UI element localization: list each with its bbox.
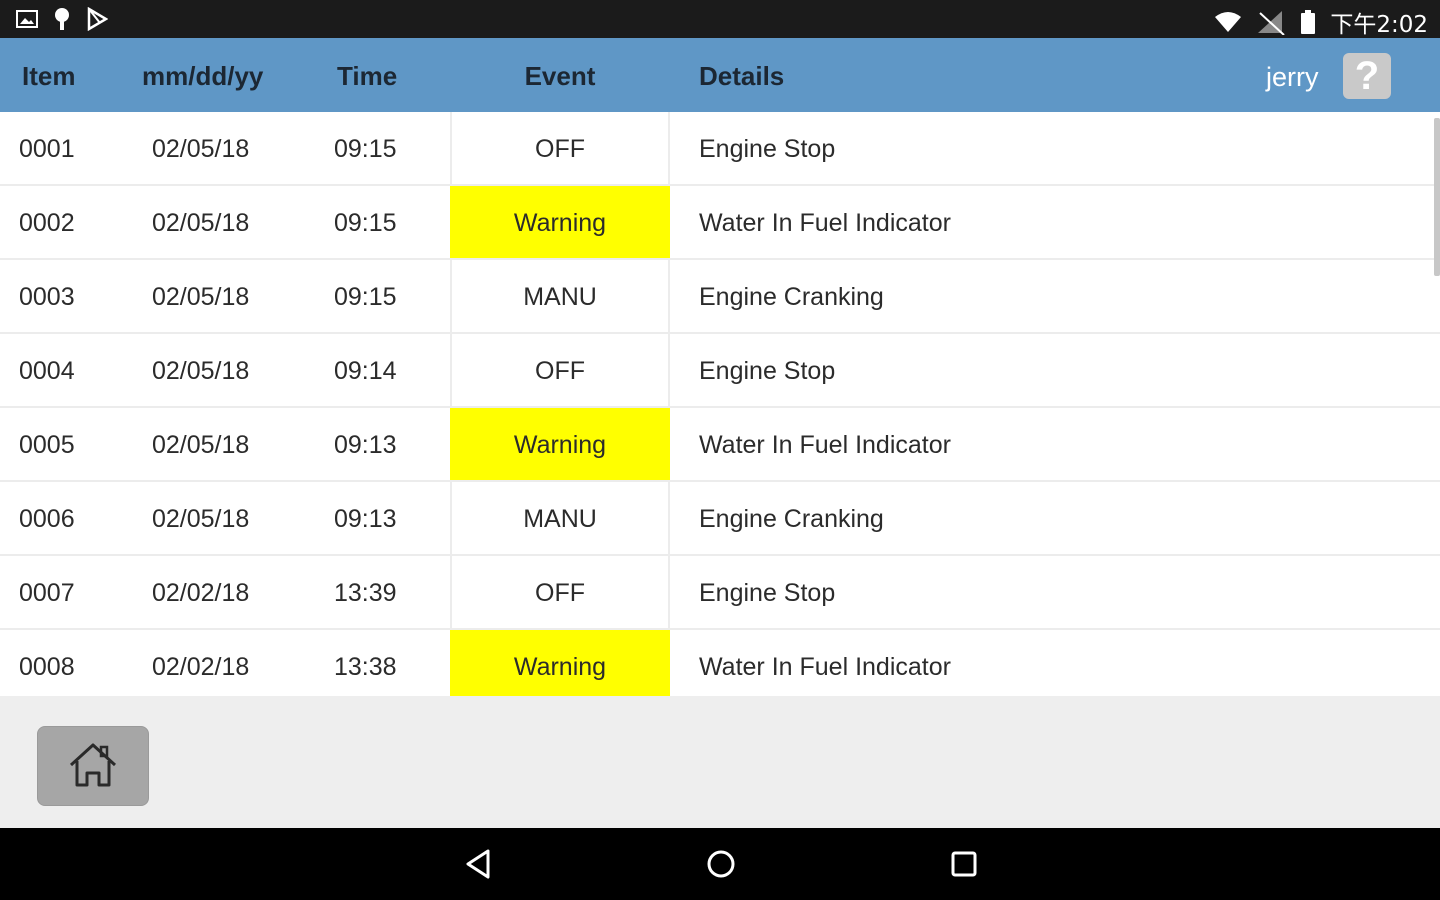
table-row[interactable]: 0002 02/05/18 09:15 Warning Water In Fue… bbox=[0, 186, 1440, 260]
table-row[interactable]: 0001 02/05/18 09:15 OFF Engine Stop bbox=[0, 112, 1440, 186]
cell-event: MANU bbox=[450, 260, 670, 332]
status-bar: 下午2:02 bbox=[0, 0, 1440, 38]
cell-date: 02/05/18 bbox=[152, 209, 250, 237]
cell-item: 0001 bbox=[19, 135, 75, 163]
user-name: jerry bbox=[1266, 62, 1319, 92]
cell-details: Engine Stop bbox=[699, 579, 836, 607]
table-row[interactable]: 0004 02/05/18 09:14 OFF Engine Stop bbox=[0, 334, 1440, 408]
cell-item: 0007 bbox=[19, 579, 75, 607]
cell-details: Water In Fuel Indicator bbox=[699, 209, 951, 237]
table-header: Item mm/dd/yy Time Event Details jerry ? bbox=[0, 38, 1440, 112]
cell-time: 09:13 bbox=[334, 431, 397, 459]
event-log-table[interactable]: 0001 02/05/18 09:15 OFF Engine Stop 0002… bbox=[0, 112, 1440, 696]
cell-details: Water In Fuel Indicator bbox=[699, 653, 951, 681]
home-button[interactable] bbox=[37, 726, 149, 806]
cell-time: 13:39 bbox=[334, 579, 397, 607]
cell-time: 09:13 bbox=[334, 505, 397, 533]
gallery-icon bbox=[16, 9, 38, 29]
bottom-panel bbox=[0, 696, 1440, 828]
no-signal-icon bbox=[1256, 9, 1286, 35]
cell-item: 0002 bbox=[19, 209, 75, 237]
cell-date: 02/05/18 bbox=[152, 283, 250, 311]
cell-item: 0006 bbox=[19, 505, 75, 533]
cell-details: Engine Cranking bbox=[699, 283, 884, 311]
play-store-icon bbox=[86, 7, 108, 31]
cell-details: Engine Stop bbox=[699, 135, 836, 163]
wifi-icon bbox=[1214, 10, 1242, 34]
cell-date: 02/05/18 bbox=[152, 431, 250, 459]
help-icon: ? bbox=[1354, 54, 1380, 98]
cell-item: 0005 bbox=[19, 431, 75, 459]
table-row[interactable]: 0008 02/02/18 13:38 Warning Water In Fue… bbox=[0, 630, 1440, 696]
column-header-item[interactable]: Item bbox=[22, 38, 75, 112]
home-circle-icon[interactable] bbox=[705, 848, 737, 885]
cell-time: 09:15 bbox=[334, 135, 397, 163]
column-header-time[interactable]: Time bbox=[337, 38, 397, 112]
cell-event: OFF bbox=[450, 334, 670, 406]
cell-details: Engine Cranking bbox=[699, 505, 884, 533]
cell-time: 09:14 bbox=[334, 357, 397, 385]
cell-item: 0003 bbox=[19, 283, 75, 311]
help-button[interactable]: ? bbox=[1343, 53, 1391, 99]
back-triangle-icon[interactable] bbox=[464, 848, 494, 885]
cell-item: 0004 bbox=[19, 357, 75, 385]
location-pin-icon bbox=[52, 7, 72, 31]
battery-icon bbox=[1300, 9, 1316, 35]
cell-details: Engine Stop bbox=[699, 357, 836, 385]
column-header-details[interactable]: Details bbox=[699, 38, 784, 112]
cell-item: 0008 bbox=[19, 653, 75, 681]
column-header-event[interactable]: Event bbox=[450, 38, 670, 112]
clock: 下午2:02 bbox=[1330, 12, 1428, 38]
home-icon bbox=[69, 743, 117, 787]
cell-event-warning: Warning bbox=[450, 408, 670, 480]
cell-date: 02/05/18 bbox=[152, 135, 250, 163]
table-row[interactable]: 0006 02/05/18 09:13 MANU Engine Cranking bbox=[0, 482, 1440, 556]
recents-square-icon[interactable] bbox=[949, 848, 979, 885]
cell-event: OFF bbox=[450, 112, 670, 184]
cell-event: OFF bbox=[450, 556, 670, 628]
table-row[interactable]: 0003 02/05/18 09:15 MANU Engine Cranking bbox=[0, 260, 1440, 334]
cell-time: 09:15 bbox=[334, 283, 397, 311]
cell-event-warning: Warning bbox=[450, 630, 670, 696]
navigation-bar bbox=[0, 828, 1440, 900]
cell-date: 02/05/18 bbox=[152, 357, 250, 385]
cell-date: 02/05/18 bbox=[152, 505, 250, 533]
cell-details: Water In Fuel Indicator bbox=[699, 431, 951, 459]
table-row[interactable]: 0005 02/05/18 09:13 Warning Water In Fue… bbox=[0, 408, 1440, 482]
cell-date: 02/02/18 bbox=[152, 579, 250, 607]
cell-event: MANU bbox=[450, 482, 670, 554]
scrollbar[interactable] bbox=[1434, 118, 1440, 276]
cell-date: 02/02/18 bbox=[152, 653, 250, 681]
cell-time: 09:15 bbox=[334, 209, 397, 237]
column-header-date[interactable]: mm/dd/yy bbox=[142, 38, 263, 112]
table-row[interactable]: 0007 02/02/18 13:39 OFF Engine Stop bbox=[0, 556, 1440, 630]
cell-event-warning: Warning bbox=[450, 186, 670, 258]
cell-time: 13:38 bbox=[334, 653, 397, 681]
